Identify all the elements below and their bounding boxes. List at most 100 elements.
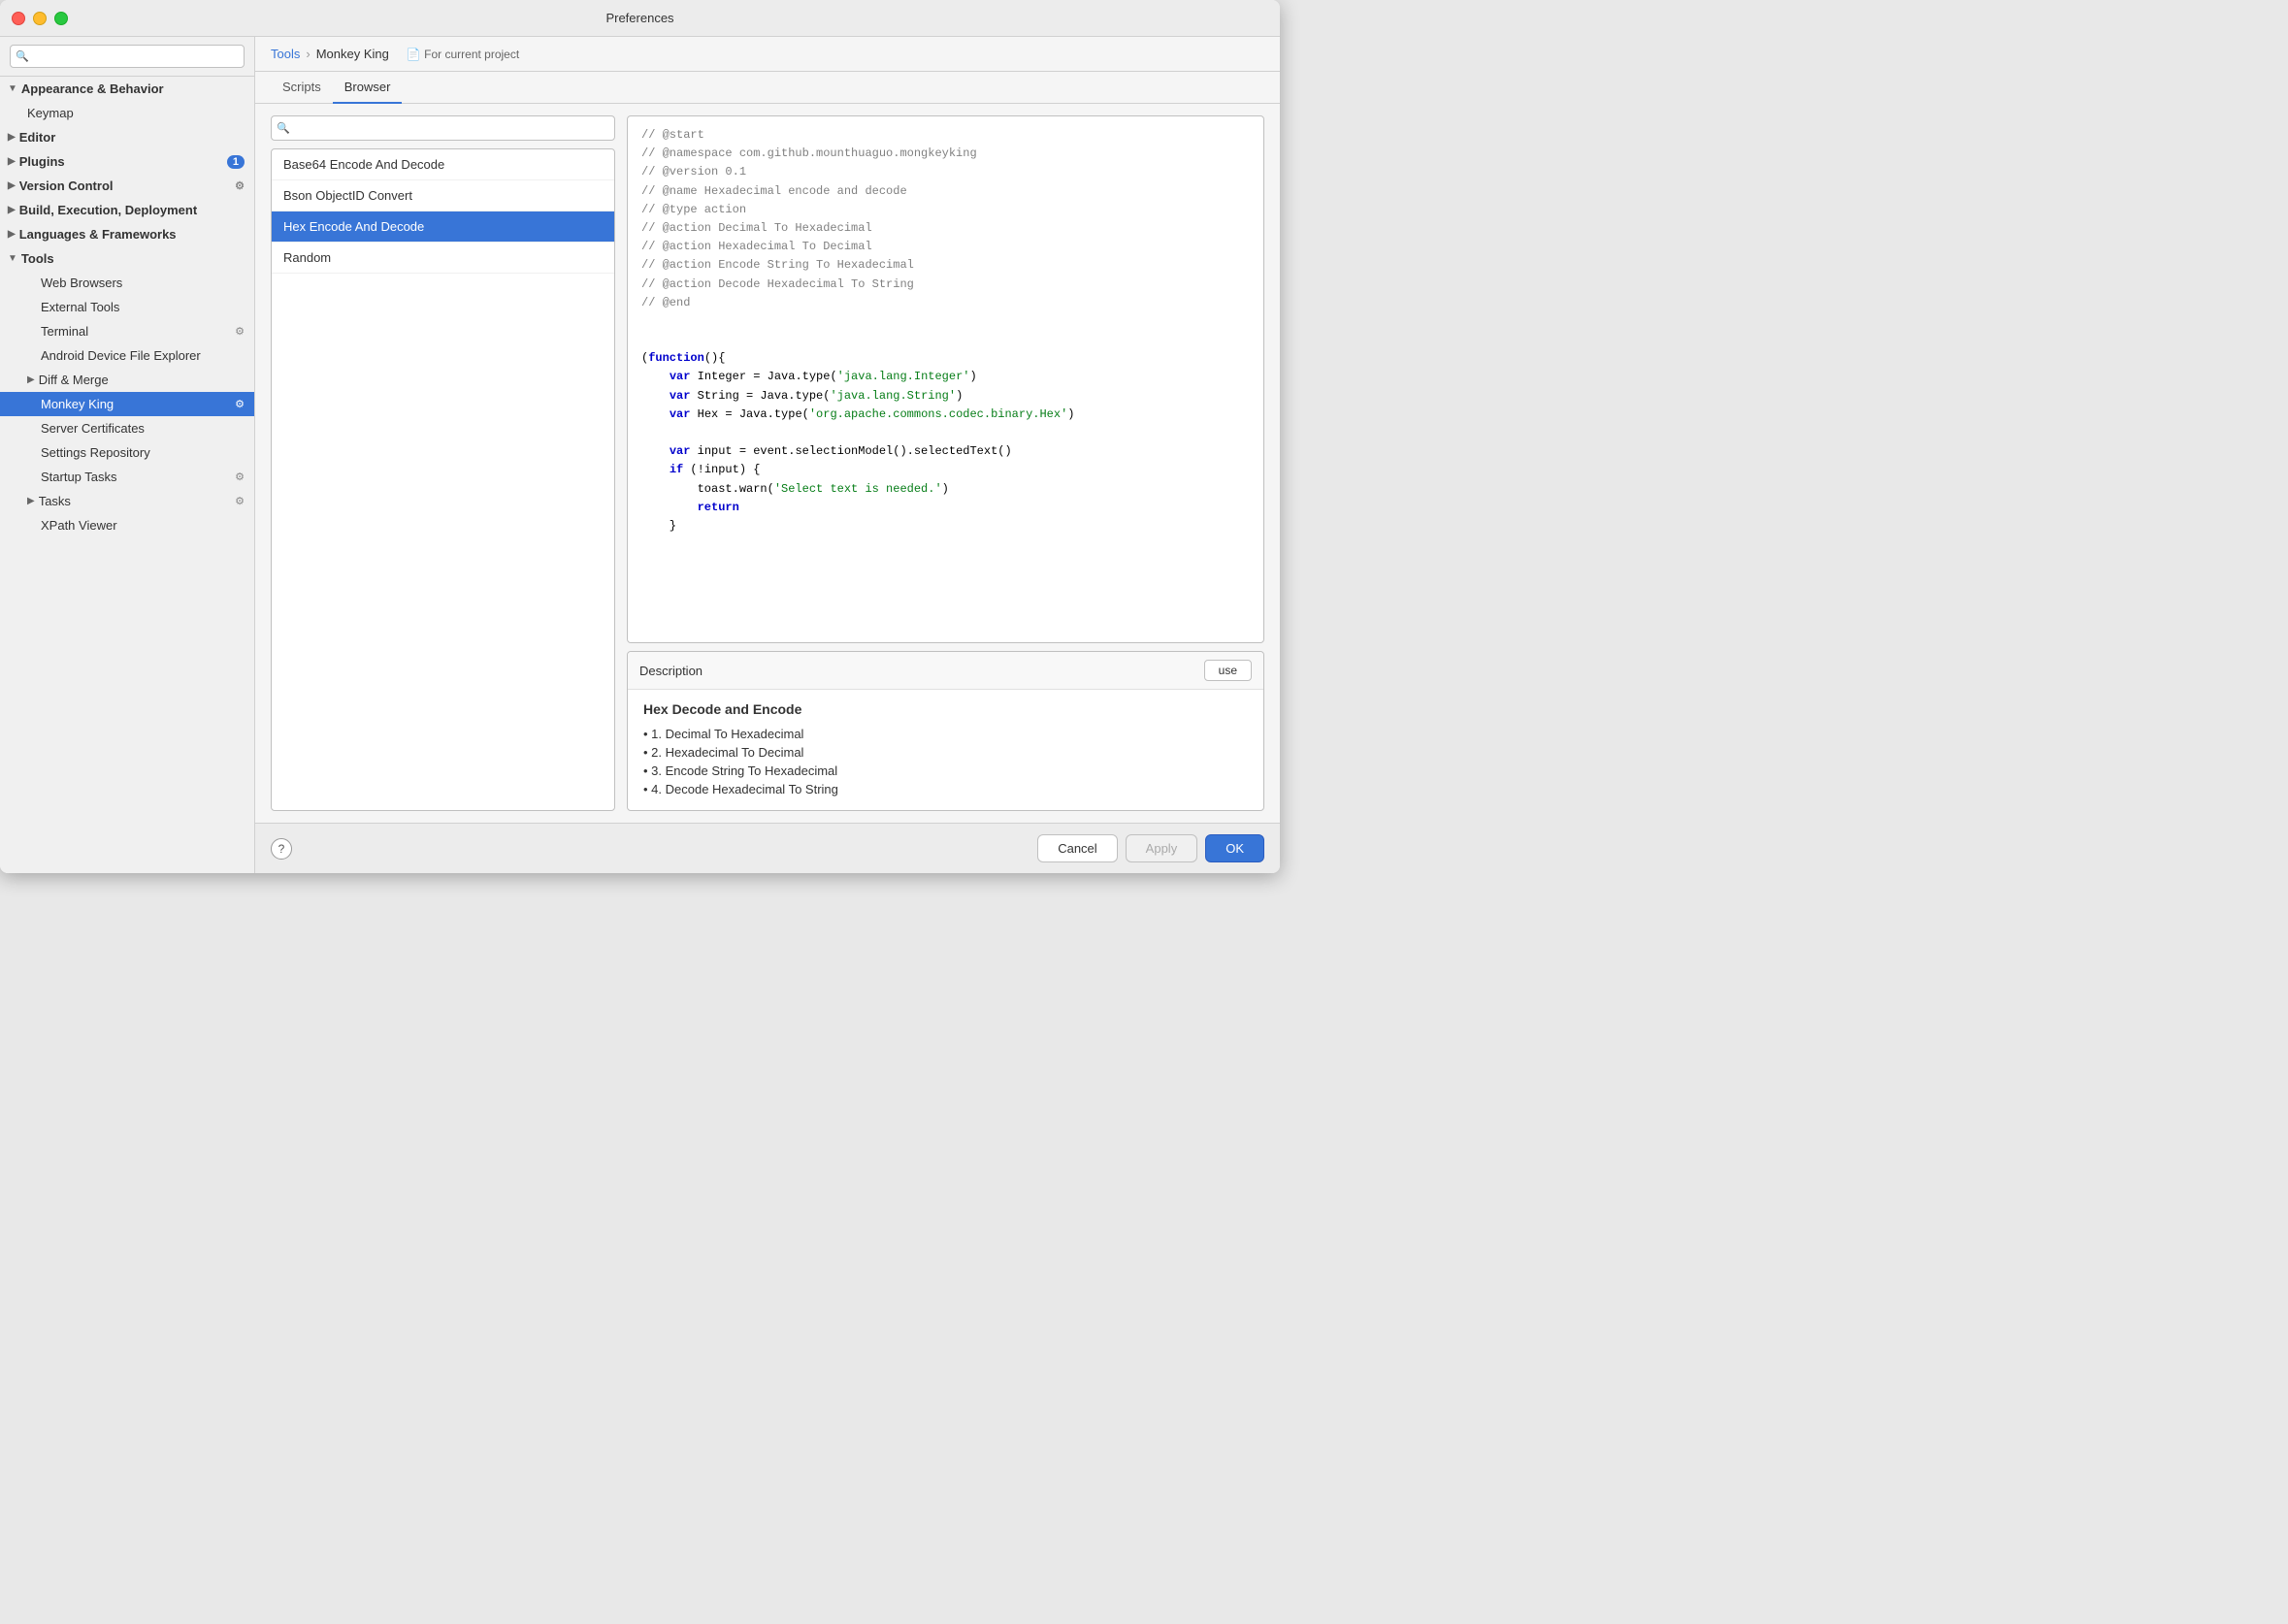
window-title: Preferences bbox=[605, 11, 673, 25]
sidebar-item-build-execution[interactable]: ▶ Build, Execution, Deployment bbox=[0, 198, 254, 222]
tab-scripts-label: Scripts bbox=[282, 80, 321, 94]
breadcrumb-project: 📄 For current project bbox=[407, 48, 519, 61]
settings-icon: ⚙ bbox=[235, 495, 245, 507]
code-editor[interactable]: // @start // @namespace com.github.mount… bbox=[627, 115, 1264, 643]
breadcrumb-project-label: For current project bbox=[424, 48, 519, 61]
script-item-label: Base64 Encode And Decode bbox=[283, 157, 444, 172]
chevron-right-icon: ▶ bbox=[8, 205, 16, 215]
sidebar-item-label: External Tools bbox=[41, 300, 119, 314]
chevron-down-icon: ▼ bbox=[8, 83, 17, 94]
script-item-label: Bson ObjectID Convert bbox=[283, 188, 412, 203]
bottom-buttons: Cancel Apply OK bbox=[1037, 834, 1264, 862]
traffic-lights bbox=[12, 12, 68, 25]
code-line: // @end bbox=[641, 294, 1250, 312]
script-item-label: Random bbox=[283, 250, 331, 265]
chevron-right-icon: ▶ bbox=[8, 180, 16, 191]
help-button[interactable]: ? bbox=[271, 838, 292, 860]
sidebar-item-server-certs[interactable]: Server Certificates bbox=[0, 416, 254, 440]
script-item-random[interactable]: Random bbox=[272, 243, 614, 274]
settings-icon: ⚙ bbox=[235, 179, 245, 192]
tab-browser[interactable]: Browser bbox=[333, 72, 403, 104]
sidebar-item-label: Tasks bbox=[39, 494, 71, 508]
chevron-right-icon: ▶ bbox=[27, 374, 35, 385]
script-item-base64[interactable]: Base64 Encode And Decode bbox=[272, 149, 614, 180]
sidebar-item-terminal[interactable]: Terminal ⚙ bbox=[0, 319, 254, 343]
sidebar-item-tasks[interactable]: ▶ Tasks ⚙ bbox=[0, 489, 254, 513]
code-line: if (!input) { bbox=[641, 461, 1250, 479]
code-line: // @action Encode String To Hexadecimal bbox=[641, 256, 1250, 275]
code-line: // @action Hexadecimal To Decimal bbox=[641, 238, 1250, 256]
code-line: return bbox=[641, 499, 1250, 517]
sidebar-item-label: Editor bbox=[19, 130, 56, 145]
code-line: // @name Hexadecimal encode and decode bbox=[641, 182, 1250, 201]
sidebar-item-label: Plugins bbox=[19, 154, 65, 169]
sidebar-item-editor[interactable]: ▶ Editor bbox=[0, 125, 254, 149]
sidebar-item-languages-frameworks[interactable]: ▶ Languages & Frameworks bbox=[0, 222, 254, 246]
code-line: toast.warn('Select text is needed.') bbox=[641, 480, 1250, 499]
sidebar-search-icon: 🔍 bbox=[16, 50, 29, 63]
tab-scripts[interactable]: Scripts bbox=[271, 72, 333, 104]
sidebar-item-tools[interactable]: ▼ Tools bbox=[0, 246, 254, 271]
search-icon: 🔍 bbox=[277, 122, 290, 135]
description-panel: Description use Hex Decode and Encode 1.… bbox=[627, 651, 1264, 811]
sidebar-item-settings-repo[interactable]: Settings Repository bbox=[0, 440, 254, 465]
sidebar-item-label: Android Device File Explorer bbox=[41, 348, 201, 363]
sidebar-item-label: Monkey King bbox=[41, 397, 114, 411]
sidebar-item-label: Appearance & Behavior bbox=[21, 81, 164, 96]
sidebar-item-label: XPath Viewer bbox=[41, 518, 117, 533]
sidebar-item-label: Startup Tasks bbox=[41, 470, 117, 484]
list-item: 2. Hexadecimal To Decimal bbox=[643, 743, 1248, 762]
plugins-badge: 1 bbox=[227, 155, 245, 169]
sidebar-item-version-control[interactable]: ▶ Version Control ⚙ bbox=[0, 174, 254, 198]
description-body: Hex Decode and Encode 1. Decimal To Hexa… bbox=[628, 690, 1263, 810]
code-line: // @start bbox=[641, 126, 1250, 145]
script-item-hex[interactable]: Hex Encode And Decode bbox=[272, 211, 614, 243]
sidebar-item-external-tools[interactable]: External Tools bbox=[0, 295, 254, 319]
script-list-panel: 🔍 Base64 Encode And Decode Bson ObjectID… bbox=[271, 115, 615, 811]
script-search-input[interactable] bbox=[271, 115, 615, 141]
sidebar-item-xpath-viewer[interactable]: XPath Viewer bbox=[0, 513, 254, 537]
code-line: } bbox=[641, 517, 1250, 536]
sidebar-item-label: Terminal bbox=[41, 324, 88, 339]
chevron-down-icon: ▼ bbox=[8, 253, 17, 264]
sidebar-item-startup-tasks[interactable]: Startup Tasks ⚙ bbox=[0, 465, 254, 489]
breadcrumb-current: Monkey King bbox=[316, 47, 389, 61]
sidebar: 🔍 ▼ Appearance & Behavior Keymap ▶ Edito… bbox=[0, 37, 255, 873]
code-line: var input = event.selectionModel().selec… bbox=[641, 442, 1250, 461]
sidebar-item-diff-merge[interactable]: ▶ Diff & Merge bbox=[0, 368, 254, 392]
cancel-button[interactable]: Cancel bbox=[1037, 834, 1117, 862]
sidebar-item-label: Keymap bbox=[27, 106, 74, 120]
sidebar-item-plugins[interactable]: ▶ Plugins 1 bbox=[0, 149, 254, 174]
apply-button[interactable]: Apply bbox=[1126, 834, 1198, 862]
sidebar-item-monkey-king[interactable]: Monkey King ⚙ bbox=[0, 392, 254, 416]
main-content: 🔍 ▼ Appearance & Behavior Keymap ▶ Edito… bbox=[0, 37, 1280, 873]
maximize-button[interactable] bbox=[54, 12, 68, 25]
use-button[interactable]: use bbox=[1204, 660, 1252, 681]
sidebar-item-web-browsers[interactable]: Web Browsers bbox=[0, 271, 254, 295]
chevron-right-icon: ▶ bbox=[8, 229, 16, 240]
sidebar-item-keymap[interactable]: Keymap bbox=[0, 101, 254, 125]
script-list: Base64 Encode And Decode Bson ObjectID C… bbox=[271, 148, 615, 811]
description-header: Description use bbox=[628, 652, 1263, 690]
breadcrumb-tools-link[interactable]: Tools bbox=[271, 47, 300, 61]
sidebar-search-wrapper: 🔍 bbox=[10, 45, 245, 68]
ok-button[interactable]: OK bbox=[1205, 834, 1264, 862]
settings-icon: ⚙ bbox=[235, 471, 245, 483]
tabs: Scripts Browser bbox=[255, 72, 1280, 104]
script-item-bson[interactable]: Bson ObjectID Convert bbox=[272, 180, 614, 211]
chevron-right-icon: ▶ bbox=[8, 156, 16, 167]
list-item: 4. Decode Hexadecimal To String bbox=[643, 780, 1248, 798]
script-item-label: Hex Encode And Decode bbox=[283, 219, 424, 234]
titlebar: Preferences bbox=[0, 0, 1280, 37]
sidebar-search-input[interactable] bbox=[10, 45, 245, 68]
breadcrumb-separator: › bbox=[306, 47, 310, 61]
minimize-button[interactable] bbox=[33, 12, 47, 25]
sidebar-item-appearance-behavior[interactable]: ▼ Appearance & Behavior bbox=[0, 77, 254, 101]
code-line: // @action Decode Hexadecimal To String bbox=[641, 276, 1250, 294]
close-button[interactable] bbox=[12, 12, 25, 25]
code-line bbox=[641, 424, 1250, 442]
sidebar-item-android-device[interactable]: Android Device File Explorer bbox=[0, 343, 254, 368]
bottom-bar: ? Cancel Apply OK bbox=[255, 823, 1280, 873]
sidebar-item-label: Tools bbox=[21, 251, 54, 266]
breadcrumb: Tools › Monkey King 📄 For current projec… bbox=[255, 37, 1280, 72]
